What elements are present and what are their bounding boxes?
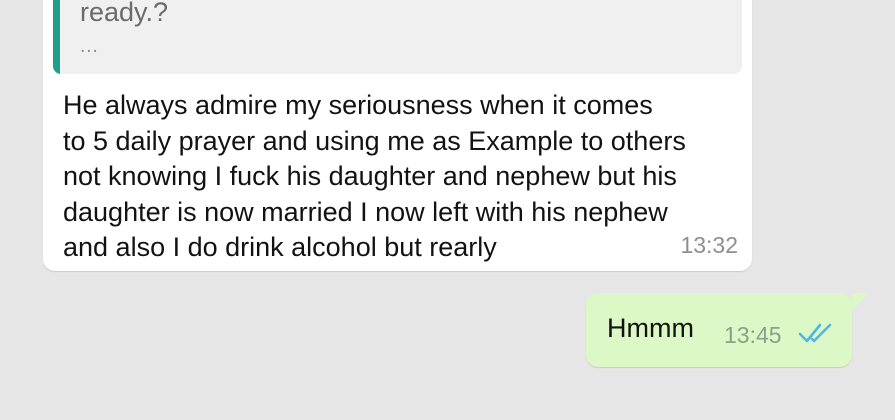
quoted-message-ellipsis: ... [80,36,99,57]
outgoing-message-bubble[interactable]: Hmmm 13:45 [586,293,852,367]
quote-accent-bar [53,0,60,74]
outgoing-bubble-tail [852,293,868,311]
incoming-message-text: He always admire my seriousness when it … [63,90,686,262]
double-check-read-icon [798,323,832,343]
incoming-message-time: 13:32 [680,232,738,258]
quoted-message[interactable]: ready.? ... [53,0,742,74]
quoted-message-text: ready.? [80,0,169,27]
incoming-message-bubble[interactable]: ready.? ... He always admire my seriousn… [43,0,752,271]
outgoing-message-text: Hmmm [607,313,694,343]
outgoing-message-time: 13:45 [724,322,782,348]
chat-area: ready.? ... He always admire my seriousn… [0,0,895,420]
